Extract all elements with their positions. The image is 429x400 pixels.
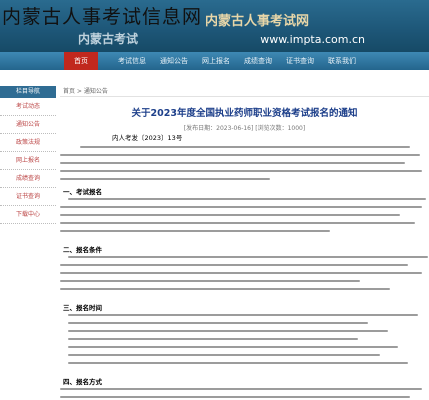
- site-name: 内蒙古人事考试网: [204, 14, 309, 29]
- text-line: [60, 230, 330, 232]
- sidebar-item[interactable]: 下载中心: [0, 206, 56, 224]
- sidebar-item[interactable]: 成绩查询: [0, 170, 56, 188]
- brand-text: 内蒙古考试: [78, 32, 139, 46]
- text-line: [68, 198, 426, 200]
- text-line: [68, 338, 358, 340]
- sidebar-item[interactable]: 网上报名: [0, 152, 56, 170]
- nav-item[interactable]: 联系我们: [328, 52, 356, 70]
- text-line: [60, 178, 270, 180]
- text-line: [68, 256, 428, 258]
- nav-item[interactable]: 考试信息: [118, 52, 146, 70]
- text-line: [60, 206, 422, 208]
- text-line: [60, 162, 405, 164]
- article-meta: [发布日期：2023-06-16] [浏览次数：1000]: [183, 125, 306, 132]
- site-url[interactable]: www.impta.com.cn: [260, 33, 365, 46]
- section-heading: 二、报名条件: [63, 246, 102, 254]
- sidebar-header: 栏目导航: [0, 86, 56, 98]
- top-nav: 首页 考试信息 通知公告 网上报名 成绩查询 证书查询 联系我们: [0, 52, 429, 70]
- section-heading: 四、报名方式: [63, 378, 102, 386]
- text-line: [60, 272, 422, 274]
- text-line: [60, 214, 400, 216]
- text-line: [68, 330, 388, 332]
- sidebar-item[interactable]: 证书查询: [0, 188, 56, 206]
- text-line: [68, 346, 398, 348]
- text-line: [60, 280, 360, 282]
- nav-item[interactable]: 成绩查询: [244, 52, 272, 70]
- text-line: [80, 146, 410, 148]
- nav-item[interactable]: 证书查询: [286, 52, 314, 70]
- doc-number: 内人考发〔2023〕13号: [112, 134, 183, 142]
- text-line: [68, 354, 380, 356]
- article-body: 内人考发〔2023〕13号 一、考试报名 二、报名条件 三、报名时间 四、报名方…: [60, 132, 429, 400]
- section-heading: 一、考试报名: [63, 188, 102, 196]
- text-line: [60, 288, 390, 290]
- watermark-title: 内蒙古人事考试信息网: [2, 6, 203, 28]
- breadcrumb: 首页 > 通知公告: [60, 86, 429, 97]
- text-line: [60, 222, 415, 224]
- sidebar-item[interactable]: 通知公告: [0, 116, 56, 134]
- sidebar-item[interactable]: 政策法规: [0, 134, 56, 152]
- text-line: [68, 362, 408, 364]
- sidebar-item[interactable]: 考试动态: [0, 98, 56, 116]
- text-line: [68, 322, 368, 324]
- nav-item[interactable]: 网上报名: [202, 52, 230, 70]
- section-heading: 三、报名时间: [63, 304, 102, 312]
- text-line: [60, 388, 422, 390]
- sidebar: 栏目导航 考试动态 通知公告 政策法规 网上报名 成绩查询 证书查询 下载中心: [0, 86, 56, 400]
- text-line: [60, 154, 420, 156]
- nav-home[interactable]: 首页: [64, 52, 98, 70]
- text-line: [60, 170, 422, 172]
- text-line: [60, 264, 408, 266]
- nav-item[interactable]: 通知公告: [160, 52, 188, 70]
- article-title: 关于2023年度全国执业药师职业资格考试报名的通知: [131, 108, 358, 119]
- article-panel: 首页 > 通知公告 关于2023年度全国执业药师职业资格考试报名的通知 [发布日…: [60, 86, 429, 400]
- text-line: [60, 396, 410, 398]
- text-line: [68, 314, 418, 316]
